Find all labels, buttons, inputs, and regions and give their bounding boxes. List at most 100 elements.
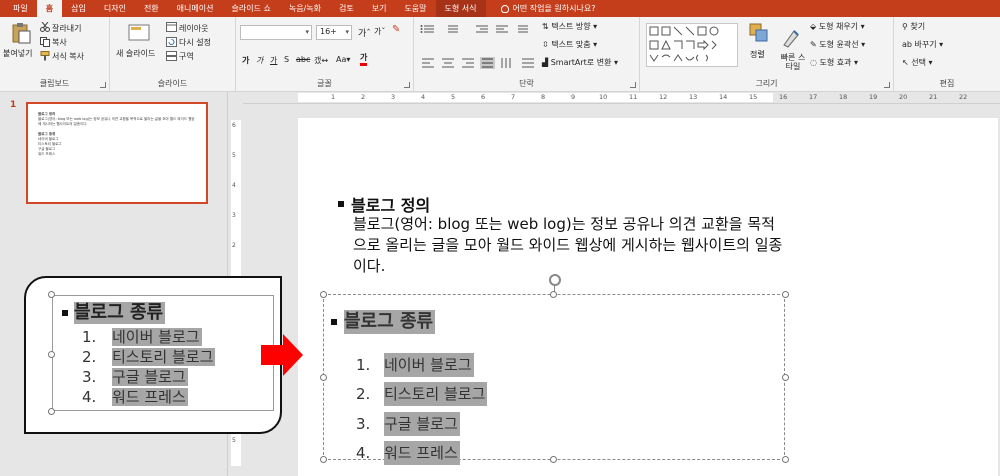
clear-format-icon[interactable]: ✎ bbox=[392, 24, 400, 35]
format-painter-button[interactable]: 서식 복사 bbox=[52, 51, 84, 62]
font-color-icon[interactable]: 가 bbox=[360, 53, 368, 66]
font-launcher-icon[interactable] bbox=[404, 82, 410, 88]
tell-me-text: 어떤 작업을 원하시나요? bbox=[512, 4, 596, 13]
tab-design[interactable]: 디자인 bbox=[95, 0, 135, 17]
list-item[interactable]: 3. 구글 블로그 bbox=[356, 409, 487, 439]
cut-button[interactable]: 잘라내기 bbox=[52, 23, 81, 34]
char-spacing-icon[interactable]: 갰↔ bbox=[314, 55, 328, 66]
tab-home[interactable]: 홈 bbox=[36, 0, 63, 17]
slide-thumbnail[interactable]: 블로그 정의 블로그(영어: blog 또는 web log)는 정보 공유나 … bbox=[26, 102, 208, 204]
group-slides: 새 슬라이드 레이아웃 다시 설정 구역 슬라이드 bbox=[110, 17, 236, 92]
tab-transitions[interactable]: 전환 bbox=[135, 0, 168, 17]
font-name-combo[interactable]: ▾ bbox=[240, 25, 312, 40]
new-slide-button[interactable]: 새 슬라이드 bbox=[116, 48, 155, 59]
resize-handle[interactable] bbox=[320, 456, 327, 463]
change-case-icon[interactable]: Aa▾ bbox=[336, 55, 350, 64]
paragraph-launcher-icon[interactable] bbox=[630, 82, 636, 88]
heading1-line[interactable]: 블로그 정의 bbox=[338, 192, 430, 216]
thumb-paragraph: 블로그(영어: blog 또는 web log)는 정보 공유나 의견 교환을 … bbox=[38, 117, 195, 126]
resize-handle bbox=[48, 291, 55, 298]
tell-me-search[interactable]: 어떤 작업을 원하시나요? bbox=[492, 0, 605, 17]
heading1: 블로그 정의 bbox=[351, 196, 431, 215]
arrange-button[interactable]: 정렬 bbox=[750, 49, 765, 60]
callout-title-line: 블로그 종류 bbox=[62, 302, 166, 324]
resize-handle[interactable] bbox=[782, 456, 789, 463]
list-item[interactable]: 1. 네이버 블로그 bbox=[356, 350, 487, 380]
new-slide-icon[interactable] bbox=[128, 22, 150, 44]
chevron-down-icon: ▾ bbox=[345, 28, 349, 36]
rotate-handle-icon[interactable] bbox=[549, 274, 561, 286]
find-button[interactable]: ⚲ 찾기 bbox=[902, 21, 925, 32]
heading2: 블로그 종류 bbox=[344, 310, 436, 334]
quick-styles-button[interactable]: 빠른 스타일 bbox=[780, 53, 806, 71]
tab-file[interactable]: 파일 bbox=[4, 0, 37, 17]
reset-icon[interactable] bbox=[166, 37, 177, 47]
paint-bucket-icon: ⬙ bbox=[810, 22, 817, 31]
format-painter-icon[interactable] bbox=[40, 51, 50, 61]
italic-icon[interactable]: 가 bbox=[256, 55, 263, 66]
blog-types-list: 1. 네이버 블로그 2. 티스토리 블로그 3. 구글 블로그 4. 워드 프레스 bbox=[356, 350, 488, 469]
strikethrough-icon[interactable]: abc bbox=[296, 55, 310, 64]
select-button[interactable]: ↖ 선택 ▾ bbox=[902, 57, 933, 68]
resize-handle[interactable] bbox=[550, 291, 557, 298]
resize-handle[interactable] bbox=[320, 374, 327, 381]
tab-review[interactable]: 검토 bbox=[330, 0, 363, 17]
shape-fill-button[interactable]: ⬙ 도형 채우기 ▾ bbox=[810, 21, 865, 32]
section-icon[interactable] bbox=[166, 51, 177, 61]
slide[interactable]: 블로그 정의 블로그(영어: blog 또는 web log)는 정보 공유나 … bbox=[298, 118, 998, 476]
align-text-button[interactable]: ⇳ 텍스트 맞춤 ▾ bbox=[542, 39, 597, 50]
resize-handle[interactable] bbox=[550, 456, 557, 463]
drawing-launcher-icon[interactable] bbox=[884, 82, 890, 88]
list-item[interactable]: 2. 티스토리 블로그 bbox=[356, 380, 488, 410]
tab-animations[interactable]: 애니메이션 bbox=[168, 0, 223, 17]
shape-outline-button[interactable]: ✎ 도형 윤곽선 ▾ bbox=[810, 39, 865, 50]
paste-icon[interactable] bbox=[10, 22, 32, 44]
thumb-item: 워드 프레스 bbox=[38, 152, 56, 156]
tab-record[interactable]: 녹음/녹화 bbox=[280, 0, 330, 17]
ribbon: 붙여넣기 잘라내기 복사 서식 복사 클립보드 새 슬라이드 레이아웃 다시 설… bbox=[0, 17, 1000, 92]
group-editing: ⚲ 찾기 ab 바꾸기 ▾ ↖ 선택 ▾ 편집 bbox=[894, 17, 1000, 92]
underline-icon[interactable]: 가 bbox=[270, 55, 277, 66]
shrink-font-icon[interactable]: 가ˇ bbox=[374, 26, 385, 37]
layout-icon[interactable] bbox=[166, 22, 177, 32]
section-button[interactable]: 구역 bbox=[179, 51, 194, 62]
shadow-icon[interactable]: S bbox=[284, 55, 289, 64]
shapes-gallery[interactable] bbox=[646, 23, 738, 67]
resize-handle[interactable] bbox=[320, 291, 327, 298]
tab-insert[interactable]: 삽입 bbox=[62, 0, 95, 17]
paste-button[interactable]: 붙여넣기 bbox=[3, 48, 32, 59]
align-icons[interactable] bbox=[420, 57, 540, 69]
tab-slideshow[interactable]: 슬라이드 쇼 bbox=[222, 0, 279, 17]
tab-help[interactable]: 도움말 bbox=[395, 0, 435, 17]
arrange-icon[interactable] bbox=[748, 22, 770, 44]
replace-icon: ab bbox=[902, 40, 912, 49]
heading2-line[interactable]: 블로그 종류 bbox=[331, 310, 436, 334]
text-direction-button[interactable]: ⇅ 텍스트 방향 ▾ bbox=[542, 21, 597, 32]
pen-icon: ✎ bbox=[810, 40, 817, 49]
square-bullet-icon bbox=[331, 319, 337, 325]
reset-button[interactable]: 다시 설정 bbox=[179, 37, 211, 48]
clipboard-launcher-icon[interactable] bbox=[100, 82, 106, 88]
list-item: 1. 네이버 블로그 bbox=[82, 328, 202, 346]
replace-button[interactable]: ab 바꾸기 ▾ bbox=[902, 39, 943, 50]
copy-icon[interactable] bbox=[40, 37, 50, 47]
list-indent-icons[interactable] bbox=[420, 23, 540, 35]
copy-button[interactable]: 복사 bbox=[52, 37, 67, 48]
font-size-combo[interactable]: 16+ ▾ bbox=[316, 25, 352, 40]
paragraph-group-label: 단락 bbox=[519, 79, 534, 88]
scissors-icon[interactable] bbox=[40, 22, 50, 32]
bold-icon[interactable]: 가 bbox=[242, 55, 249, 66]
definition-paragraph[interactable]: 블로그(영어: blog 또는 web log)는 정보 공유나 의견 교환을 … bbox=[353, 214, 783, 277]
shape-effects-button[interactable]: ◌ 도형 효과 ▾ bbox=[810, 57, 858, 68]
resize-handle[interactable] bbox=[782, 374, 789, 381]
layout-button[interactable]: 레이아웃 bbox=[179, 23, 208, 34]
tab-shape-format[interactable]: 도형 서식 bbox=[435, 0, 486, 17]
lightbulb-icon bbox=[500, 4, 509, 13]
convert-smartart-button[interactable]: ▟ SmartArt로 변환 ▾ bbox=[542, 57, 618, 68]
list-item[interactable]: 4. 워드 프레스 bbox=[356, 439, 487, 469]
tab-view[interactable]: 보기 bbox=[363, 0, 396, 17]
grow-font-icon[interactable]: 가ˆ bbox=[358, 26, 371, 39]
slides-group-label: 슬라이드 bbox=[157, 79, 188, 88]
quick-styles-icon[interactable] bbox=[780, 27, 802, 49]
resize-handle[interactable] bbox=[782, 291, 789, 298]
